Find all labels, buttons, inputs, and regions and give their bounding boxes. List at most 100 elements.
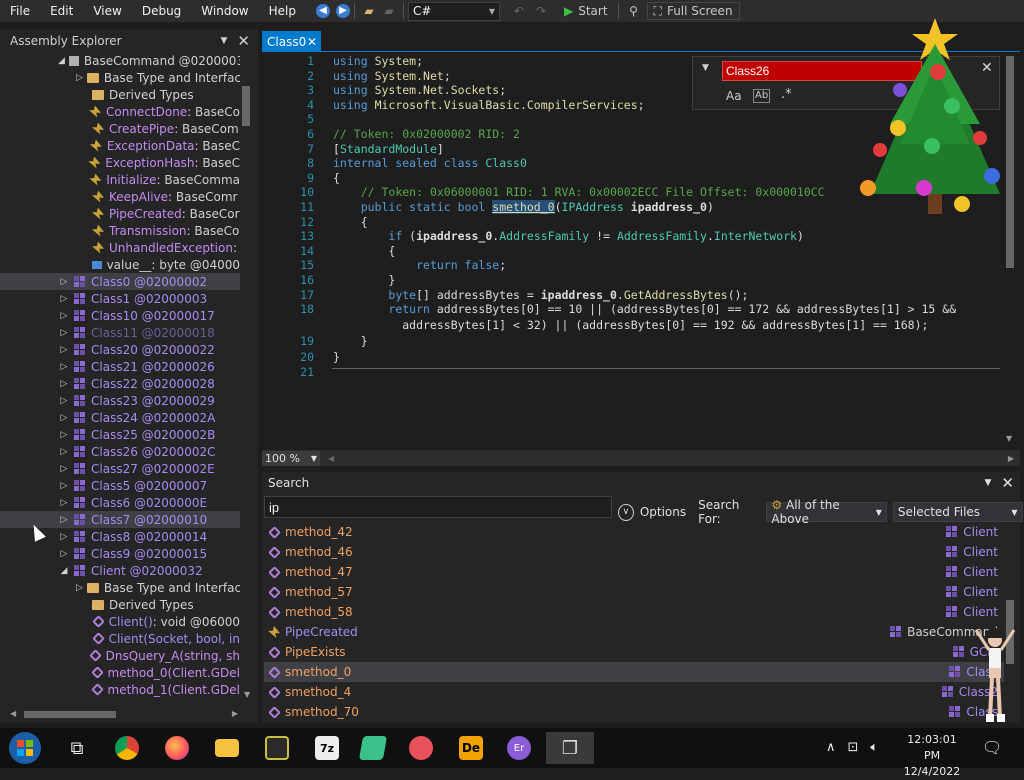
tree-item[interactable]: PipeCreated : BaseCor	[0, 205, 240, 222]
scroll-right-icon[interactable]: ▶	[1008, 454, 1014, 463]
file-explorer-app[interactable]	[210, 732, 244, 764]
tree-item[interactable]: ▷ Class27 @0200002E	[0, 460, 240, 477]
expander-icon[interactable]: ▷	[58, 294, 70, 304]
tree-item[interactable]: ▷ Class10 @02000017	[0, 307, 240, 324]
task-view-button[interactable]: ⧉	[60, 732, 94, 764]
tree-item[interactable]: ▷ Class0 @02000002	[0, 273, 240, 290]
notifications-icon[interactable]: 🗨︎	[982, 738, 1002, 757]
volume-icon[interactable]: 🔈︎	[870, 740, 878, 755]
xd-app[interactable]	[260, 732, 294, 764]
expander-icon[interactable]: ▷	[58, 430, 70, 440]
tree-item[interactable]: ◢ BaseCommand @0200003	[0, 52, 240, 69]
search-result-row[interactable]: method_42 Client	[264, 522, 1004, 542]
7zip-app[interactable]: 7z	[310, 732, 344, 764]
expander-icon[interactable]: ▷	[58, 447, 70, 457]
expander-icon[interactable]: ◢	[58, 566, 70, 576]
tree-item[interactable]: KeepAlive : BaseComr	[0, 188, 240, 205]
tab-close-icon[interactable]: ✕	[307, 35, 317, 49]
search-result-row[interactable]: PipeExists GCla	[264, 642, 1004, 662]
tree-item[interactable]: ▷ Class26 @0200002C	[0, 443, 240, 460]
tree-item[interactable]: ▷ Class1 @02000003	[0, 290, 240, 307]
expander-icon[interactable]: ▷	[58, 396, 70, 406]
search-result-row[interactable]: PipeCreated BaseCommand	[264, 622, 1004, 642]
tree-item[interactable]: ▷ Class24 @0200002A	[0, 409, 240, 426]
search-result-row[interactable]: smethod_0 Class	[264, 662, 1004, 682]
tree-item[interactable]: ▷ Class21 @02000026	[0, 358, 240, 375]
expander-icon[interactable]: ▷	[58, 345, 70, 355]
expander-icon[interactable]: ▷	[58, 277, 70, 287]
expander-icon[interactable]: ▷	[58, 362, 70, 372]
expander-icon[interactable]: ▷	[76, 73, 83, 83]
tree-item[interactable]: UnhandledException :	[0, 239, 240, 256]
open-button[interactable]: ▰	[359, 2, 379, 20]
search-scope-select[interactable]: Selected Files ▼	[892, 502, 1023, 522]
expander-icon[interactable]: ▷	[58, 532, 70, 542]
expander-icon[interactable]: ▷	[58, 379, 70, 389]
tree-item[interactable]: value__ : byte @04000	[0, 256, 240, 273]
menu-debug[interactable]: Debug	[132, 0, 191, 22]
tree-item[interactable]: ▷ Class6 @0200000E	[0, 494, 240, 511]
er-app[interactable]: Er	[502, 732, 536, 764]
search-result-row[interactable]: method_57 Client	[264, 582, 1004, 602]
expander-icon[interactable]: ▷	[58, 481, 70, 491]
tree-item[interactable]: ◢ Client @02000032	[0, 562, 240, 579]
expander-icon[interactable]: ◢	[58, 56, 65, 66]
search-result-row[interactable]: smethod_4 Class2	[264, 682, 1004, 702]
search-input[interactable]	[264, 496, 612, 518]
dnspy-app-active[interactable]: ❐	[546, 732, 594, 764]
panel-menu-icon[interactable]: ▼	[985, 478, 992, 488]
menu-help[interactable]: Help	[259, 0, 306, 22]
clock[interactable]: 12:03:01 PM 12/4/2022	[900, 732, 964, 780]
de4dot-app[interactable]: De	[454, 732, 488, 764]
tree-vertical-scrollbar[interactable]	[242, 86, 250, 126]
menu-edit[interactable]: Edit	[40, 0, 83, 22]
tree-item[interactable]: ▷ Class23 @02000029	[0, 392, 240, 409]
tree-item[interactable]: CreatePipe : BaseCom	[0, 120, 240, 137]
expander-icon[interactable]: ▷	[58, 464, 70, 474]
notes-app[interactable]	[356, 732, 390, 764]
tree-item[interactable]: ▷ Base Type and Interfac	[0, 579, 240, 596]
tree-item[interactable]: DnsQuery_A(string, sh	[0, 647, 240, 664]
regex-toggle[interactable]: .*	[781, 87, 792, 102]
search-result-row[interactable]: method_47 Client	[264, 562, 1004, 582]
expander-icon[interactable]: ▷	[58, 498, 70, 508]
undo-button[interactable]: ↶	[508, 2, 530, 20]
tree-item[interactable]: ▷ Base Type and Interfac	[0, 69, 240, 86]
firefox-app[interactable]	[160, 732, 194, 764]
close-icon[interactable]: ✕	[237, 32, 250, 50]
tree-item[interactable]: ConnectDone : BaseCo	[0, 103, 240, 120]
expander-icon[interactable]: ▷	[58, 549, 70, 559]
start-button[interactable]: ▶ Start	[558, 2, 614, 20]
tree-item[interactable]: Derived Types	[0, 86, 240, 103]
search-result-row[interactable]: method_58 Client	[264, 602, 1004, 622]
scroll-down-icon[interactable]: ▼	[1006, 434, 1012, 443]
expander-icon[interactable]: ▷	[58, 328, 70, 338]
tree-item[interactable]: ▷ Class11 @02000018	[0, 324, 240, 341]
tree-item[interactable]: ExceptionData : BaseC	[0, 137, 240, 154]
expander-icon[interactable]: ▷	[58, 311, 70, 321]
scroll-down-icon[interactable]: ▼	[244, 690, 250, 699]
search-result-row[interactable]: smethod_70 Class	[264, 702, 1004, 722]
find-options-chevron-icon[interactable]: ▼	[702, 63, 709, 73]
search-result-row[interactable]: method_46 Client	[264, 542, 1004, 562]
zoom-select[interactable]: 100 % ▼	[262, 450, 320, 466]
expander-icon[interactable]: ▷	[58, 515, 70, 525]
menu-view[interactable]: View	[83, 0, 131, 22]
tab-class0[interactable]: Class0 ✕	[262, 31, 321, 52]
close-all-button[interactable]: ▰	[379, 2, 399, 20]
tree-horizontal-scrollbar[interactable]: ◀ ▶	[10, 709, 238, 720]
tree-item[interactable]: ▷ Class20 @02000022	[0, 341, 240, 358]
expander-icon[interactable]: ▷	[76, 583, 83, 593]
search-for-select[interactable]: ⚙ All of the Above ▼	[766, 498, 887, 526]
whole-word-toggle[interactable]: Ab	[753, 89, 771, 103]
menu-window[interactable]: Window	[191, 0, 258, 22]
tree-item[interactable]: Transmission : BaseCo	[0, 222, 240, 239]
options-label[interactable]: Options	[640, 505, 686, 519]
match-case-toggle[interactable]: Aa	[726, 89, 742, 103]
tree-item[interactable]: Client() : void @06000	[0, 613, 240, 630]
tree-item[interactable]: Initialize : BaseComma	[0, 171, 240, 188]
tree-item[interactable]: ▷ Class25 @0200002B	[0, 426, 240, 443]
chrome-app[interactable]	[110, 732, 144, 764]
close-icon[interactable]: ✕	[1001, 474, 1014, 492]
full-screen-button[interactable]: ⛶ Full Screen	[646, 2, 740, 20]
